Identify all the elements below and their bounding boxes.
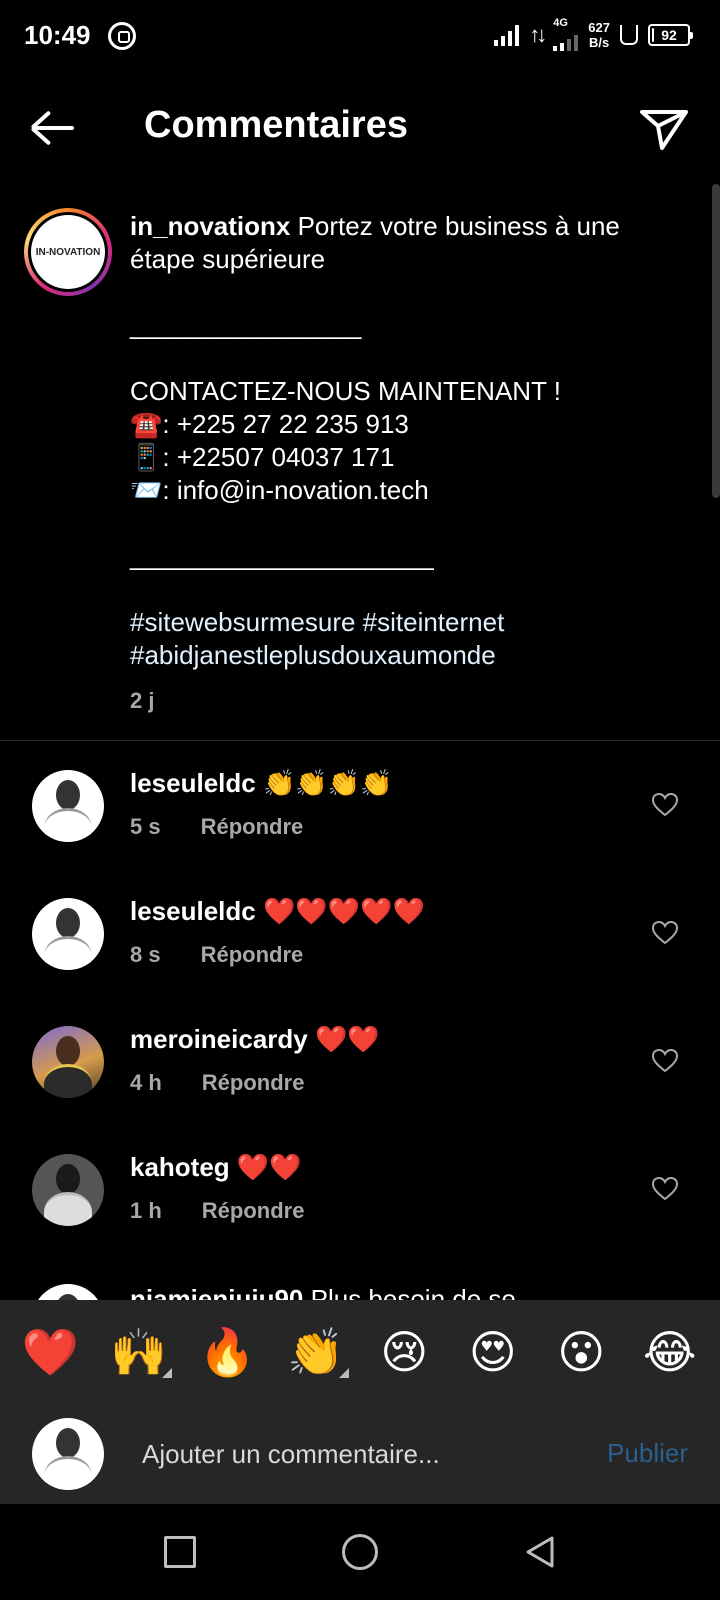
reaction-clap[interactable]: 👏: [281, 1324, 351, 1380]
comment-item: leseuleldc ❤️❤️❤️❤️❤️ 8 s Répondre: [0, 888, 720, 1008]
caption-text: in_novationx Portez votre business à une…: [130, 210, 690, 672]
speed-value: 627: [588, 19, 610, 35]
data-transfer-icon: ↑↓: [529, 21, 547, 47]
comment-item: niamienjuju90 Plus besoin de se: [0, 1272, 720, 1300]
avatar[interactable]: [32, 1154, 104, 1226]
comment-input[interactable]: [142, 1434, 582, 1474]
comment-time: 1 h: [130, 1198, 162, 1223]
battery-level: 92: [661, 26, 677, 43]
status-bar: 10:49 ↑↓ 4G 627 B/s 92: [0, 0, 720, 72]
comment-text: 👏👏👏👏: [262, 768, 393, 798]
header: Commentaires: [0, 88, 720, 168]
reaction-cry[interactable]: 😢: [369, 1324, 439, 1380]
hashtag-line-2[interactable]: #abidjanestleplusdouxaumonde: [130, 639, 690, 672]
heart-icon[interactable]: [652, 1048, 678, 1074]
comment-text: Plus besoin de se: [310, 1284, 516, 1300]
reaction-surprised[interactable]: 😮: [546, 1324, 616, 1380]
home-icon[interactable]: [342, 1534, 378, 1570]
reply-button[interactable]: Répondre: [202, 1070, 305, 1096]
comment-username[interactable]: kahoteg: [130, 1152, 230, 1182]
scrollbar[interactable]: [712, 184, 720, 498]
back-triangle-icon[interactable]: [522, 1534, 558, 1570]
contact-phone-1: ☎️: +225 27 22 235 913: [130, 409, 409, 439]
separator-line: _____________________: [130, 541, 434, 571]
reply-button[interactable]: Répondre: [201, 814, 304, 840]
hashtag-line-1[interactable]: #sitewebsurmesure #siteinternet: [130, 606, 690, 639]
avatar[interactable]: [32, 770, 104, 842]
system-nav-bar: [0, 1504, 720, 1600]
page-title: Commentaires: [144, 104, 408, 146]
battery-icon: 92: [648, 23, 693, 46]
status-icons: ↑↓ 4G 627 B/s 92: [494, 17, 693, 51]
contact-email: 📨: info@in-novation.tech: [130, 475, 429, 505]
divider: [0, 740, 720, 741]
skin-tone-indicator-icon: [338, 1368, 349, 1378]
separator-line: ________________: [130, 310, 362, 340]
network-speed: 627 B/s: [588, 20, 610, 50]
comment-item: meroineicardy ❤️❤️ 4 h Répondre: [0, 1016, 720, 1136]
caption-timestamp: 2 j: [130, 688, 155, 713]
comment-time: 4 h: [130, 1070, 162, 1095]
reaction-heart-eyes[interactable]: 😍: [458, 1324, 528, 1380]
reply-button[interactable]: Répondre: [202, 1198, 305, 1224]
comment-username[interactable]: niamienjuju90: [130, 1284, 303, 1300]
quick-reactions-bar: ❤️ 🙌 🔥 👏 😢 😍 😮 😂: [0, 1300, 720, 1404]
reply-button[interactable]: Répondre: [201, 942, 304, 968]
speed-unit: B/s: [589, 34, 610, 50]
reaction-fire[interactable]: 🔥: [192, 1324, 262, 1380]
brand-logo: IN-NOVATION: [31, 215, 105, 289]
avatar[interactable]: [32, 898, 104, 970]
reaction-heart[interactable]: ❤️: [15, 1324, 85, 1380]
contact-heading: CONTACTEZ-NOUS MAINTENANT !: [130, 376, 561, 406]
publish-button[interactable]: Publier: [607, 1438, 688, 1469]
heart-icon[interactable]: [652, 792, 678, 818]
avatar: [32, 1418, 104, 1490]
comment-time: 5 s: [130, 814, 161, 839]
network-type: 4G: [553, 17, 568, 29]
status-time: 10:49: [24, 20, 91, 50]
flask-icon: [620, 24, 638, 45]
comment-username[interactable]: leseuleldc: [130, 896, 256, 926]
signal-icon: [494, 24, 520, 46]
comment-text: ❤️❤️: [236, 1152, 302, 1182]
reaction-clap-glyph: 👏: [287, 1325, 345, 1379]
whatsapp-icon: [108, 22, 136, 50]
avatar[interactable]: [32, 1026, 104, 1098]
recents-icon[interactable]: [164, 1536, 196, 1568]
back-arrow-icon[interactable]: [28, 108, 80, 148]
heart-icon[interactable]: [652, 1176, 678, 1202]
caption-username[interactable]: in_novationx: [130, 211, 290, 241]
post-avatar[interactable]: IN-NOVATION: [24, 208, 112, 296]
reaction-raised-hands[interactable]: 🙌: [104, 1324, 174, 1380]
signal-icon-secondary: [553, 29, 579, 51]
comment-item: kahoteg ❤️❤️ 1 h Répondre: [0, 1144, 720, 1264]
comment-text: ❤️❤️❤️❤️❤️: [262, 896, 425, 926]
heart-icon[interactable]: [652, 920, 678, 946]
comment-text: ❤️❤️: [314, 1024, 380, 1054]
comment-composer: Publier: [0, 1404, 720, 1504]
comment-time: 8 s: [130, 942, 161, 967]
contact-phone-2: 📱: +22507 04037 171: [130, 442, 395, 472]
reaction-laugh[interactable]: 😂: [635, 1324, 705, 1380]
send-icon[interactable]: [638, 104, 690, 152]
skin-tone-indicator-icon: [161, 1368, 172, 1378]
comment-username[interactable]: meroineicardy: [130, 1024, 308, 1054]
avatar[interactable]: [32, 1284, 104, 1300]
comment-item: leseuleldc 👏👏👏👏 5 s Répondre: [0, 760, 720, 880]
comment-username[interactable]: leseuleldc: [130, 768, 256, 798]
reaction-raised-hands-glyph: 🙌: [110, 1325, 168, 1379]
